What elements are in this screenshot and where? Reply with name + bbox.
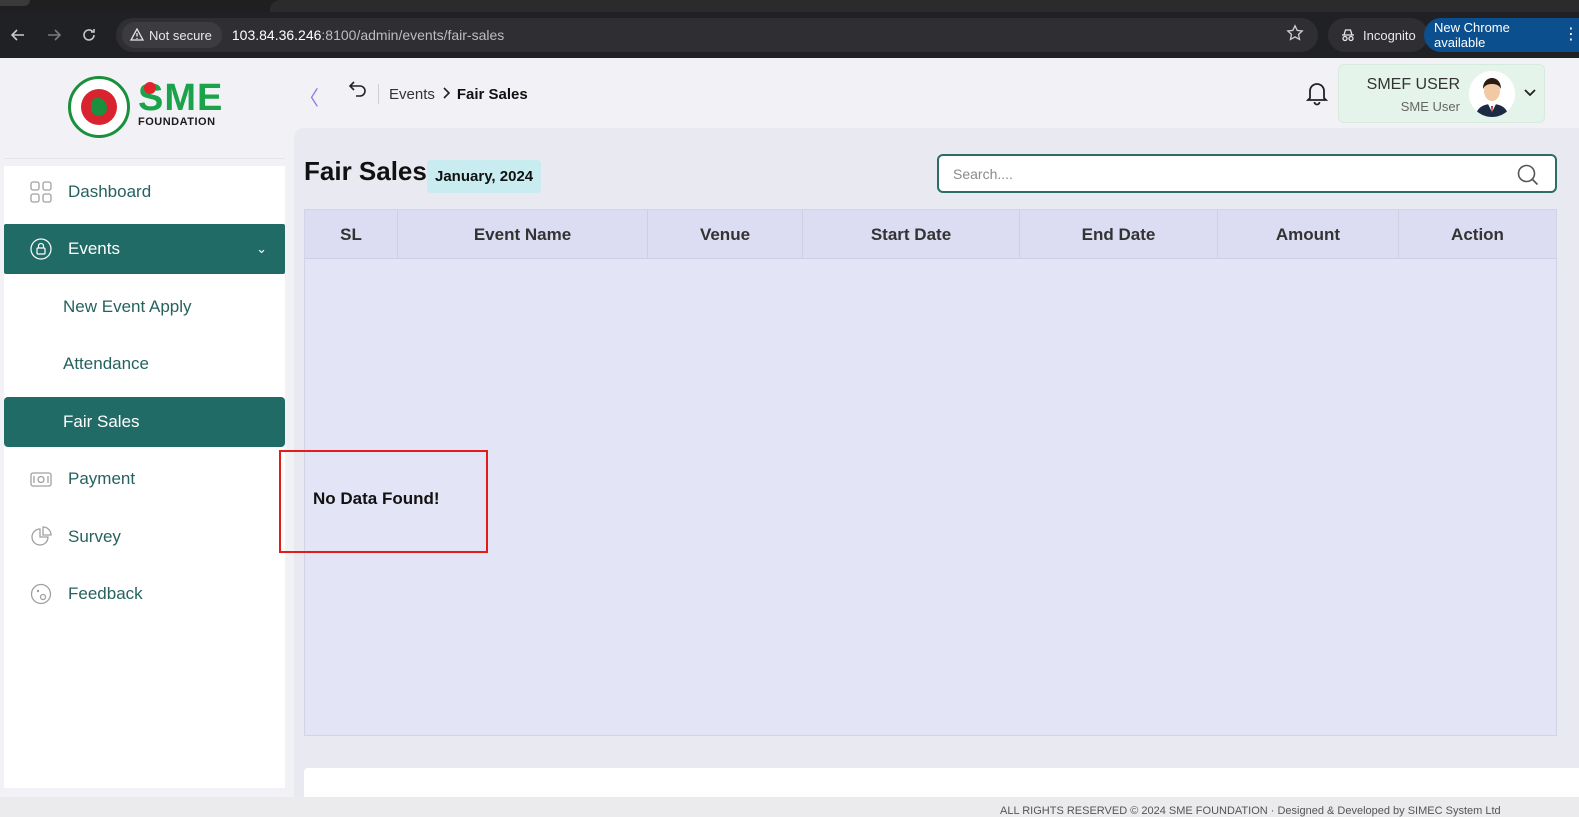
sidebar-item-label: Payment [68, 469, 136, 488]
breadcrumb-current: Fair Sales [456, 85, 528, 103]
update-chrome-button[interactable]: New Chrome available ⋮ [1424, 18, 1579, 52]
breadcrumb-parent-link[interactable]: Events [389, 86, 435, 103]
sidebar-item-label: Feedback [68, 584, 143, 603]
sme-foundation-logo[interactable]: SME FOUNDATION [138, 79, 223, 128]
footer-copyright: ALL RIGHTS RESERVED © 2024 SME FOUNDATIO… [1000, 805, 1501, 817]
sidebar-item-label: Survey [68, 527, 121, 546]
sidebar-item-survey[interactable]: Survey [4, 512, 285, 562]
reload-icon[interactable] [77, 23, 101, 47]
incognito-icon [1342, 29, 1354, 42]
avatar [1469, 71, 1515, 117]
browser-tab-bar [270, 0, 1579, 12]
pie-chart-icon [30, 526, 52, 548]
back-arrow-icon[interactable] [6, 23, 30, 47]
logo-subtitle: FOUNDATION [138, 116, 216, 128]
sidebar-item-events[interactable]: Events ⌄ [4, 224, 285, 274]
column-header-amount[interactable]: Amount [1218, 210, 1399, 259]
search-input[interactable] [953, 164, 1493, 184]
month-badge: January, 2024 [427, 160, 542, 193]
chevron-right-icon [441, 86, 451, 103]
kebab-menu-icon[interactable]: ⋮ [1563, 27, 1579, 43]
user-menu[interactable]: SMEF USER SME User [1338, 64, 1545, 123]
url-host: 103.84.36.246 [231, 27, 322, 43]
sidebar-item-label: Events [68, 239, 120, 258]
sidebar-subitem-attendance[interactable]: Attendance [4, 339, 285, 389]
user-name: SMEF USER [1366, 76, 1460, 93]
search-icon[interactable] [1517, 164, 1539, 186]
url-path: :8100/admin/events/fair-sales [321, 27, 505, 43]
security-indicator[interactable]: Not secure [122, 22, 222, 48]
warning-icon [130, 28, 144, 41]
bookmark-star-icon[interactable] [1286, 24, 1304, 47]
search-box[interactable] [937, 154, 1557, 193]
grid-icon [30, 181, 52, 203]
fair-sales-table: SL Event Name Venue Start Date End Date … [304, 209, 1557, 736]
table-header: SL Event Name Venue Start Date End Date … [305, 210, 1556, 259]
sidebar-subitem-label: Attendance [63, 354, 150, 373]
chevron-down-icon: ⌄ [256, 241, 267, 256]
sidebar-item-feedback[interactable]: Feedback [4, 569, 285, 619]
feedback-icon [30, 583, 52, 605]
column-header-venue[interactable]: Venue [648, 210, 803, 259]
column-header-action[interactable]: Action [1399, 210, 1556, 259]
government-emblem-logo [68, 76, 130, 138]
column-header-event-name[interactable]: Event Name [398, 210, 648, 259]
page-title: Fair Sales [304, 156, 427, 186]
sidebar-subitem-fair-sales[interactable]: Fair Sales [4, 397, 285, 447]
browser-tab[interactable] [0, 0, 30, 6]
app-page: SME FOUNDATION Dashboard Events ⌄ New Ev… [0, 58, 1579, 817]
breadcrumb: Events Fair Sales [378, 84, 528, 104]
browser-toolbar: Not secure 103.84.36.246:8100/admin/even… [0, 12, 1579, 58]
security-label: Not secure [149, 27, 212, 43]
column-header-start-date[interactable]: Start Date [803, 210, 1020, 259]
address-bar[interactable]: Not secure 103.84.36.246:8100/admin/even… [116, 18, 1318, 52]
forward-arrow-icon[interactable] [42, 23, 66, 47]
logo-area: SME FOUNDATION [0, 58, 285, 158]
incognito-indicator[interactable]: Incognito [1328, 18, 1428, 52]
chevron-down-icon[interactable] [1524, 85, 1536, 100]
incognito-label: Incognito [1363, 27, 1416, 43]
lock-icon [30, 238, 52, 260]
sidebar-item-payment[interactable]: Payment [4, 454, 285, 504]
notification-bell-icon[interactable] [1305, 80, 1329, 106]
update-label: New Chrome available [1434, 20, 1510, 50]
sidebar-item-label: Dashboard [68, 182, 152, 201]
collapse-sidebar-icon[interactable]: 〈 [299, 82, 319, 111]
browser-tab-strip [0, 0, 1579, 12]
sidebar-subitem-label: Fair Sales [63, 412, 140, 431]
column-header-sl[interactable]: SL [305, 210, 398, 259]
annotation-highlight-box [279, 450, 488, 553]
user-role: SME User [1400, 99, 1460, 114]
undo-back-icon[interactable] [348, 80, 368, 103]
cash-icon [30, 468, 52, 490]
sidebar-subitem-label: New Event Apply [63, 297, 192, 316]
column-header-end-date[interactable]: End Date [1020, 210, 1218, 259]
sidebar-subitem-new-event-apply[interactable]: New Event Apply [4, 282, 285, 332]
divider [4, 158, 285, 159]
url-text[interactable]: 103.84.36.246:8100/admin/events/fair-sal… [232, 27, 504, 43]
sidebar-item-dashboard[interactable]: Dashboard [4, 167, 285, 217]
